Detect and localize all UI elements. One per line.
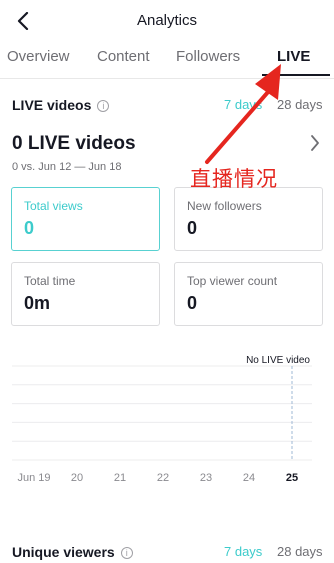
analytics-screen: { "header": {"title": "Analytics", "back…: [0, 0, 334, 563]
tab-bar: Overview Content Followers LIVE: [0, 48, 334, 78]
tab-followers[interactable]: Followers: [176, 48, 240, 65]
unique-viewers-title: Unique viewers: [12, 544, 115, 560]
unique-range-28-days[interactable]: 28 days: [277, 544, 323, 559]
annotation-text: 直播情况: [190, 168, 278, 191]
live-video-count: 0 LIVE videos: [12, 133, 136, 154]
x-tick-label: 23: [200, 472, 212, 484]
metric-value: 0: [187, 218, 198, 238]
metric-label: Top viewer count: [187, 274, 278, 288]
metric-card-total-views[interactable]: Total views 0: [11, 187, 160, 251]
comparison-text: 0 vs. Jun 12 — Jun 18: [12, 161, 122, 173]
metric-label: Total time: [24, 274, 76, 288]
tab-live[interactable]: LIVE: [277, 48, 310, 65]
views-chart: Jun 19 20 21 22 23 24 25 No LIVE video: [12, 355, 312, 484]
metric-label: Total views: [24, 199, 83, 213]
x-tick-label: 24: [243, 472, 255, 484]
x-tick-label: Jun 19: [17, 472, 50, 484]
x-tick-label: 20: [71, 472, 83, 484]
metric-card-new-followers[interactable]: New followers 0: [174, 187, 323, 251]
live-videos-title: LIVE videos: [12, 97, 92, 113]
range-28-days[interactable]: 28 days: [277, 97, 323, 112]
metric-value: 0: [24, 218, 35, 238]
metric-value: 0: [187, 293, 198, 313]
tabs-divider: [0, 78, 334, 79]
metric-label: New followers: [187, 199, 262, 213]
x-tick-label: 25: [286, 472, 298, 484]
live-videos-heading: LIVE videos i: [12, 97, 110, 113]
unique-range-7-days[interactable]: 7 days: [224, 544, 262, 559]
unique-viewers-heading: Unique viewers i: [12, 544, 133, 560]
tab-content[interactable]: Content: [97, 48, 150, 65]
active-tab-indicator: [262, 74, 330, 76]
x-tick-label: 21: [114, 472, 126, 484]
metric-value: 0m: [24, 293, 51, 313]
metric-card-total-time[interactable]: Total time 0m: [11, 262, 160, 326]
range-7-days[interactable]: 7 days: [224, 97, 262, 112]
chevron-right-icon[interactable]: [310, 134, 320, 157]
metric-card-top-viewer-count[interactable]: Top viewer count 0: [174, 262, 323, 326]
page-title: Analytics: [136, 12, 198, 29]
tab-overview[interactable]: Overview: [7, 48, 70, 65]
info-icon[interactable]: i: [97, 100, 110, 112]
info-icon[interactable]: i: [120, 547, 133, 559]
chart-annotation: No LIVE video: [246, 355, 310, 366]
x-tick-label: 22: [157, 472, 169, 484]
